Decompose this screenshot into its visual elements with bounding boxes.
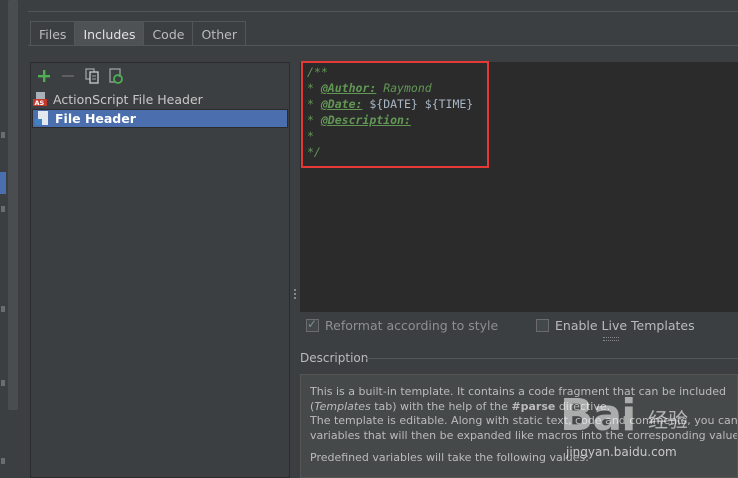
gutter-tick	[1, 306, 5, 312]
watermark-cn: 经验	[648, 408, 688, 432]
tab-other[interactable]: Other	[192, 21, 246, 46]
remove-button[interactable]	[59, 67, 77, 85]
watermark-logo: Bai	[560, 390, 636, 441]
list-item-label: File Header	[55, 111, 136, 126]
svg-text:AS: AS	[35, 99, 45, 107]
remove-icon	[62, 75, 74, 77]
gutter-tick	[1, 380, 5, 386]
actionscript-file-icon: AS	[33, 92, 49, 107]
add-button[interactable]	[35, 67, 53, 85]
gutter-selection	[0, 172, 6, 194]
template-list-panel: AS ActionScript File Header File Header	[30, 62, 290, 478]
copy-button[interactable]	[83, 67, 101, 85]
tab-includes[interactable]: Includes	[74, 21, 145, 46]
description-heading: Description	[300, 351, 369, 365]
watermark-url: jingyan.baidu.com	[566, 445, 677, 459]
left-gutter	[0, 0, 20, 478]
reformat-label: Reformat according to style	[325, 318, 499, 333]
gutter-tick	[1, 206, 5, 212]
top-divider	[28, 11, 738, 12]
reset-button[interactable]	[107, 67, 125, 85]
list-item[interactable]: AS ActionScript File Header	[31, 90, 289, 109]
list-toolbar	[35, 67, 125, 85]
gutter-scrollbar[interactable]	[8, 0, 18, 410]
live-templates-checkbox[interactable]	[536, 319, 549, 332]
live-templates-option[interactable]: Enable Live Templates	[536, 318, 695, 333]
file-icon	[35, 111, 51, 126]
gutter-tick	[1, 132, 5, 138]
tabs-divider	[28, 45, 738, 46]
template-editor[interactable]: /** * @Author: Raymond * @Date: ${DATE} …	[300, 61, 738, 312]
resize-grip[interactable]	[603, 337, 619, 341]
highlight-annotation	[301, 61, 489, 168]
list-item-selected[interactable]: File Header	[32, 109, 288, 128]
copy-icon	[85, 68, 99, 84]
template-list: AS ActionScript File Header File Header	[31, 90, 289, 128]
reformat-checkbox[interactable]	[306, 317, 319, 332]
reset-icon	[109, 68, 123, 84]
list-item-label: ActionScript File Header	[53, 92, 203, 107]
gutter-tick	[1, 458, 5, 464]
live-templates-label: Enable Live Templates	[555, 318, 695, 333]
template-tabs: Files Includes Code Other	[30, 21, 246, 46]
splitter-handle[interactable]	[293, 288, 297, 302]
add-icon	[38, 70, 50, 82]
description-divider	[366, 358, 738, 359]
tab-code[interactable]: Code	[143, 21, 194, 46]
reformat-option[interactable]: Reformat according to style	[306, 317, 499, 333]
tab-files[interactable]: Files	[30, 21, 76, 46]
